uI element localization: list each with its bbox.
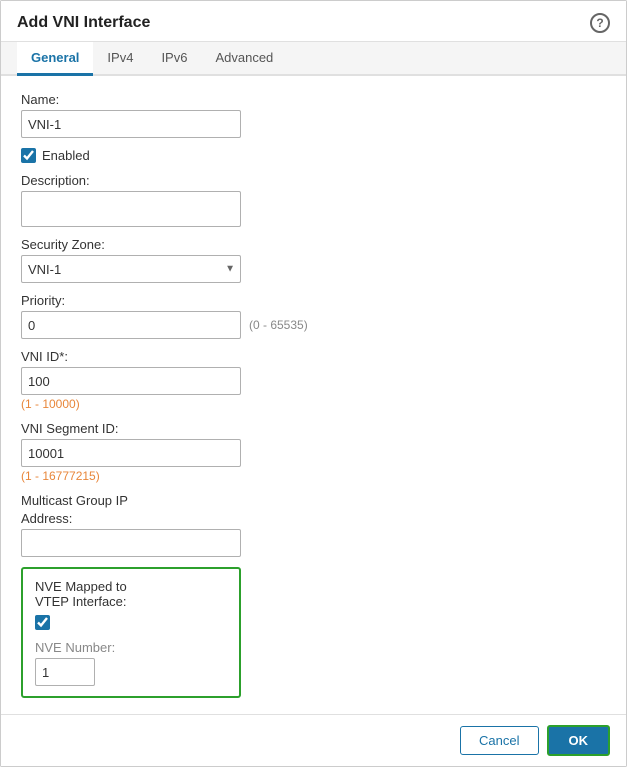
vni-id-label: VNI ID*: xyxy=(21,349,606,364)
nve-checkbox[interactable] xyxy=(35,615,50,630)
multicast-group: Multicast Group IP Address: xyxy=(21,493,606,557)
dialog-body: Name: Enabled Description: Security Zone… xyxy=(1,76,626,714)
dialog-header: Add VNI Interface ? xyxy=(1,1,626,42)
help-icon[interactable]: ? xyxy=(590,13,610,33)
nve-section: NVE Mapped to VTEP Interface: NVE Number… xyxy=(21,567,241,698)
vni-segment-input[interactable] xyxy=(21,439,241,467)
priority-hint: (0 - 65535) xyxy=(249,318,308,332)
vni-segment-label: VNI Segment ID: xyxy=(21,421,606,436)
security-zone-label: Security Zone: xyxy=(21,237,606,252)
nve-checkbox-row xyxy=(35,615,227,630)
priority-label: Priority: xyxy=(21,293,606,308)
multicast-label-line1: Multicast Group IP xyxy=(21,493,606,508)
enabled-checkbox[interactable] xyxy=(21,148,36,163)
vni-segment-hint: (1 - 16777215) xyxy=(21,469,606,483)
tab-general[interactable]: General xyxy=(17,42,93,76)
vni-segment-group: VNI Segment ID: (1 - 16777215) xyxy=(21,421,606,483)
enabled-row: Enabled xyxy=(21,148,606,163)
description-label: Description: xyxy=(21,173,606,188)
name-group: Name: xyxy=(21,92,606,138)
security-zone-select[interactable]: VNI-1 xyxy=(21,255,241,283)
multicast-input[interactable] xyxy=(21,529,241,557)
cancel-button[interactable]: Cancel xyxy=(460,726,538,755)
multicast-label-line2: Address: xyxy=(21,511,606,526)
name-label: Name: xyxy=(21,92,606,107)
security-zone-group: Security Zone: VNI-1 ▼ xyxy=(21,237,606,283)
security-zone-select-wrapper: VNI-1 ▼ xyxy=(21,255,241,283)
description-group: Description: xyxy=(21,173,606,227)
tab-advanced[interactable]: Advanced xyxy=(201,42,287,76)
vni-id-group: VNI ID*: (1 - 10000) xyxy=(21,349,606,411)
dialog: Add VNI Interface ? General IPv4 IPv6 Ad… xyxy=(0,0,627,767)
priority-input[interactable] xyxy=(21,311,241,339)
tabs-bar: General IPv4 IPv6 Advanced xyxy=(1,42,626,76)
priority-group: Priority: (0 - 65535) xyxy=(21,293,606,339)
nve-number-label: NVE Number: xyxy=(35,640,227,655)
tab-ipv4[interactable]: IPv4 xyxy=(93,42,147,76)
ok-button[interactable]: OK xyxy=(547,725,611,756)
enabled-label: Enabled xyxy=(42,148,90,163)
nve-section-label: NVE Mapped to VTEP Interface: xyxy=(35,579,227,609)
dialog-title: Add VNI Interface xyxy=(17,14,150,32)
dialog-footer: Cancel OK xyxy=(1,714,626,766)
vni-id-hint: (1 - 10000) xyxy=(21,397,606,411)
description-input[interactable] xyxy=(21,191,241,227)
tab-ipv6[interactable]: IPv6 xyxy=(147,42,201,76)
priority-row: (0 - 65535) xyxy=(21,311,606,339)
vni-id-input[interactable] xyxy=(21,367,241,395)
name-input[interactable] xyxy=(21,110,241,138)
nve-number-input[interactable] xyxy=(35,658,95,686)
